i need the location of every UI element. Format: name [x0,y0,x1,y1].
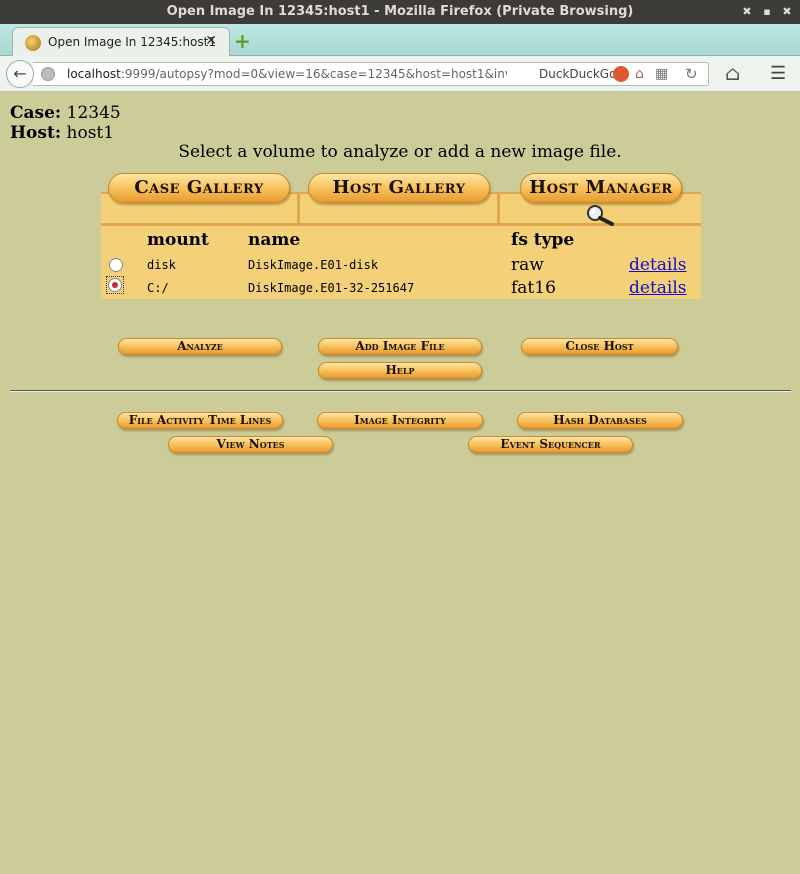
case-value: 12345 [66,103,121,123]
host-label: Host: [10,123,62,143]
case-info: Case: 12345 [10,103,121,123]
fs-type-cell: raw [511,254,544,275]
host-value: host1 [66,123,115,143]
host-manager-button[interactable]: Host Manager [520,173,682,203]
case-label: Case: [10,103,62,123]
host-gallery-button[interactable]: Host Gallery [308,173,490,203]
table-row: C:/ DiskImage.E01-32-251647 fat16 detail… [101,276,701,299]
back-arrow-icon: ← [13,64,27,83]
horizontal-divider [10,390,791,392]
help-button[interactable]: Help [318,362,482,379]
volume-table: mount name fs type disk DiskImage.E01-di… [101,226,701,299]
details-column-header [629,226,701,253]
select-cell [101,253,147,276]
select-cell [101,276,147,299]
analyze-button[interactable]: Analyze [118,338,282,355]
volume-radio-button[interactable] [108,278,122,292]
volume-radio-button[interactable] [109,257,123,272]
details-link[interactable]: details [629,255,687,275]
case-gallery-button[interactable]: Case Gallery [108,173,290,203]
url-path: :9999/autopsy?mod=0&view=16&case=12345&h… [120,67,507,81]
tab-bar: Open Image In 12345:host1 ✕ + [0,24,800,56]
tab-title: Open Image In 12345:host1 [48,35,216,49]
name-cell: DiskImage.E01-disk [248,257,379,272]
close-host-button[interactable]: Close Host [521,338,678,355]
home-icon[interactable]: ⌂ [725,61,740,85]
select-column-header [101,226,147,253]
name-column-header: name [248,229,301,250]
browser-tab[interactable]: Open Image In 12345:host1 ✕ [12,27,230,56]
details-link[interactable]: details [629,278,687,298]
autopsy-favicon-icon [25,35,41,51]
navigation-toolbar: localhost:9999/autopsy?mod=0&view=16&cas… [0,56,800,92]
table-header-row: mount name fs type [101,226,701,253]
url-host: localhost [67,67,121,81]
house-addon-icon[interactable]: ⌂ [635,66,644,82]
instruction-text: Select a volume to analyze or add a new … [178,142,622,162]
minimize-button[interactable]: ✖ [742,0,752,24]
mount-cell: disk [147,257,176,272]
window-title: Open Image In 12345:host1 - Mozilla Fire… [166,4,634,19]
focused-radio-wrapper [106,276,124,294]
details-cell: details [629,276,701,299]
mount-cell: C:/ [147,280,169,295]
view-notes-button[interactable]: View Notes [168,436,333,453]
url-text[interactable]: localhost:9999/autopsy?mod=0&view=16&cas… [67,67,507,81]
qr-code-icon[interactable]: ▦ [655,66,668,82]
details-cell: details [629,253,701,276]
name-cell: DiskImage.E01-32-251647 [248,280,415,295]
maximize-button[interactable]: ▪ [762,0,772,24]
tab-divider [497,194,500,223]
site-identity-icon[interactable] [41,67,55,81]
duckduckgo-icon[interactable] [613,66,629,82]
search-engine-label[interactable]: DuckDuckGo [539,67,616,81]
fs-type-column-header: fs type [511,229,575,250]
close-tab-icon[interactable]: ✕ [205,33,217,49]
tab-divider [297,194,300,223]
event-sequencer-button[interactable]: Event Sequencer [468,436,633,453]
magnifier-icon [587,205,614,226]
close-window-button[interactable]: ✖ [782,0,792,24]
fs-type-cell: fat16 [511,277,556,298]
image-integrity-button[interactable]: Image Integrity [317,412,483,429]
new-tab-icon[interactable]: + [234,29,251,53]
mount-column-header: mount [147,229,209,250]
hash-databases-button[interactable]: Hash Databases [517,412,683,429]
reload-icon[interactable]: ↻ [685,65,698,83]
host-info: Host: host1 [10,123,114,143]
hamburger-menu-icon[interactable]: ☰ [770,63,786,84]
table-row: disk DiskImage.E01-disk raw details [101,253,701,276]
window-titlebar: Open Image In 12345:host1 - Mozilla Fire… [0,0,800,24]
add-image-file-button[interactable]: Add Image File [318,338,482,355]
back-button[interactable]: ← [6,60,34,88]
file-activity-timelines-button[interactable]: File Activity Time Lines [117,412,283,429]
url-bar[interactable]: localhost:9999/autopsy?mod=0&view=16&cas… [33,62,709,86]
window-controls: ✖ ▪ ✖ [742,0,792,24]
